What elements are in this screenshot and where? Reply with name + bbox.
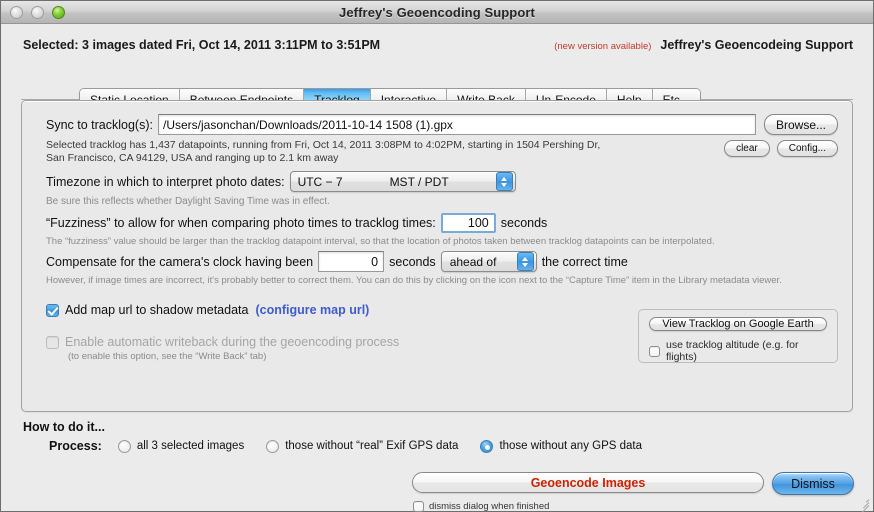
brand-title: Jeffrey's Geoencodeing Support <box>660 38 853 52</box>
tracklog-description: Selected tracklog has 1,437 datapoints, … <box>46 139 601 164</box>
process-option-without-real-exif[interactable]: those without “real” Exif GPS data <box>266 439 459 453</box>
tracklog-path-input[interactable]: /Users/jasonchan/Downloads/2011-10-14 15… <box>157 114 756 135</box>
close-button[interactable] <box>10 5 23 19</box>
sync-tracklog-row: Sync to tracklog(s): /Users/jasonchan/Do… <box>46 114 838 135</box>
geoencode-images-label: Geoencode Images <box>530 475 646 490</box>
title-bar: Jeffrey's Geoencoding Support <box>1 1 873 24</box>
compensate-hint: However, if image times are incorrect, i… <box>46 275 782 286</box>
tracklog-description-row: Selected tracklog has 1,437 datapoints, … <box>46 139 838 165</box>
dismiss-when-finished-checkbox[interactable] <box>413 501 424 512</box>
auto-writeback-row: Enable automatic writeback during the ge… <box>46 335 399 349</box>
compensate-direction-value: ahead of <box>449 254 497 269</box>
stepper-arrows-icon[interactable] <box>516 252 534 271</box>
add-map-url-checkbox[interactable] <box>46 303 59 317</box>
minimize-button[interactable] <box>31 5 44 19</box>
selected-images-summary: Selected: 3 images dated Fri, Oct 14, 20… <box>23 38 381 52</box>
compensate-units: seconds <box>389 254 436 269</box>
process-label: Process: <box>49 439 102 453</box>
fuzziness-row: “Fuzziness” to allow for when comparing … <box>46 213 547 233</box>
fuzziness-units: seconds <box>500 216 548 230</box>
fuzziness-label: “Fuzziness” to allow for when comparing … <box>46 216 436 230</box>
view-tracklog-google-earth-button[interactable]: View Tracklog on Google Earth <box>649 317 827 331</box>
configure-map-url-link[interactable]: (configure map url) <box>255 303 369 317</box>
add-map-url-label: Add map url to shadow metadata <box>65 303 249 317</box>
radio-without-real-exif-gps[interactable] <box>266 439 280 453</box>
fuzziness-hint: The “fuzziness” value should be larger t… <box>46 236 715 247</box>
stepper-arrows-icon[interactable] <box>495 172 513 191</box>
radio-label-all-selected-images: all 3 selected images <box>136 440 245 452</box>
resize-grip-icon[interactable] <box>855 494 870 512</box>
fuzziness-input[interactable]: 100 <box>440 213 496 233</box>
dismiss-when-finished-row[interactable]: dismiss dialog when finished <box>413 501 549 512</box>
compensate-input[interactable]: 0 <box>318 251 385 272</box>
new-version-available-link[interactable]: (new version available) <box>554 41 651 52</box>
config-button[interactable]: Config... <box>776 140 838 157</box>
auto-writeback-checkbox <box>46 335 59 349</box>
dismiss-button-label: Dismiss <box>791 476 835 491</box>
geoencode-images-button[interactable]: Geoencode Images <box>412 472 764 493</box>
dismiss-button[interactable]: Dismiss <box>772 472 854 495</box>
window-title: Jeffrey's Geoencoding Support <box>339 4 535 20</box>
traffic-light-group <box>10 5 65 19</box>
dismiss-when-finished-label: dismiss dialog when finished <box>429 501 550 512</box>
compensate-row: Compensate for the camera's clock having… <box>46 251 628 272</box>
window-content: Selected: 3 images dated Fri, Oct 14, 20… <box>1 24 873 512</box>
radio-without-any-gps[interactable] <box>480 439 494 453</box>
use-tracklog-altitude-label: use tracklog altitude (e.g. for flights) <box>666 339 799 363</box>
add-map-url-row[interactable]: Add map url to shadow metadata (configur… <box>46 303 369 317</box>
how-to-heading: How to do it... <box>23 420 105 434</box>
header-row: Selected: 3 images dated Fri, Oct 14, 20… <box>23 38 853 52</box>
timezone-hint: Be sure this reflects whether Daylight S… <box>46 196 330 207</box>
process-option-all[interactable]: all 3 selected images <box>117 439 245 453</box>
clear-button[interactable]: clear <box>724 140 770 157</box>
google-earth-group: View Tracklog on Google Earth use trackl… <box>638 309 838 363</box>
radio-label-without-real-exif-gps: those without “real” Exif GPS data <box>285 440 459 452</box>
timezone-name-value: MST / PDT <box>389 174 449 189</box>
timezone-label: Timezone in which to interpret photo dat… <box>46 174 285 189</box>
timezone-select[interactable]: UTC − 7 MST / PDT <box>289 171 516 192</box>
process-row: Process: all 3 selected images those wit… <box>49 439 664 453</box>
radio-label-without-any-gps: those without any GPS data <box>499 440 642 452</box>
timezone-row: Timezone in which to interpret photo dat… <box>46 171 516 192</box>
sync-tracklog-label: Sync to tracklog(s): <box>46 117 153 132</box>
use-tracklog-altitude-checkbox[interactable] <box>649 345 660 357</box>
browse-button[interactable]: Browse... <box>763 114 838 135</box>
timezone-offset-value: UTC − 7 <box>297 174 343 189</box>
use-altitude-row[interactable]: use tracklog altitude (e.g. for flights) <box>649 339 827 363</box>
zoom-button[interactable] <box>52 5 65 19</box>
auto-writeback-label: Enable automatic writeback during the ge… <box>65 335 400 349</box>
brand-area: (new version available) Jeffrey's Geoenc… <box>554 38 853 52</box>
auto-writeback-hint: (to enable this option, see the “Write B… <box>68 351 267 362</box>
radio-all-selected-images[interactable] <box>117 439 131 453</box>
tracklog-panel: Sync to tracklog(s): /Users/jasonchan/Do… <box>21 100 853 412</box>
compensate-suffix: the correct time <box>541 254 628 269</box>
compensate-direction-select[interactable]: ahead of <box>440 251 537 272</box>
app-window: Jeffrey's Geoencoding Support Selected: … <box>0 0 874 512</box>
compensate-label: Compensate for the camera's clock having… <box>46 254 314 269</box>
tracklog-actions: clear Config... <box>724 139 838 157</box>
process-option-without-any-gps[interactable]: those without any GPS data <box>480 439 642 453</box>
